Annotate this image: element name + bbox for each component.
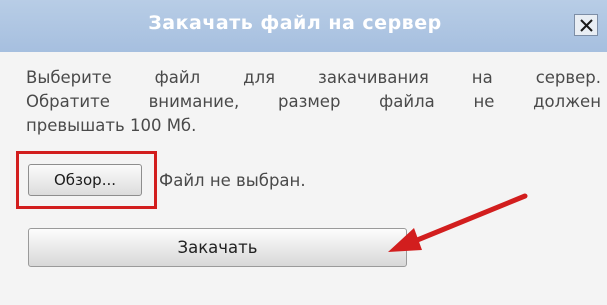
message-line: Обратите внимание, размер файла не долже… — [26, 92, 601, 111]
file-status-text: Файл не выбран. — [159, 171, 306, 190]
close-icon — [580, 19, 593, 32]
browse-button[interactable]: Обзор... — [28, 164, 142, 196]
message-line: Выберите файл для закачивания на сервер. — [26, 68, 601, 87]
dialog-message: Выберите файл для закачивания на сервер.… — [26, 66, 601, 138]
dialog-title: Закачать файл на сервер — [148, 12, 442, 34]
close-button[interactable] — [574, 14, 598, 36]
upload-dialog: Закачать файл на сервер Выберите файл дл… — [0, 0, 607, 305]
dialog-titlebar: Закачать файл на сервер — [0, 0, 607, 52]
arrow-annotation-icon — [388, 193, 528, 252]
upload-button[interactable]: Закачать — [28, 228, 407, 267]
message-line: превышать 100 Мб. — [26, 116, 197, 135]
